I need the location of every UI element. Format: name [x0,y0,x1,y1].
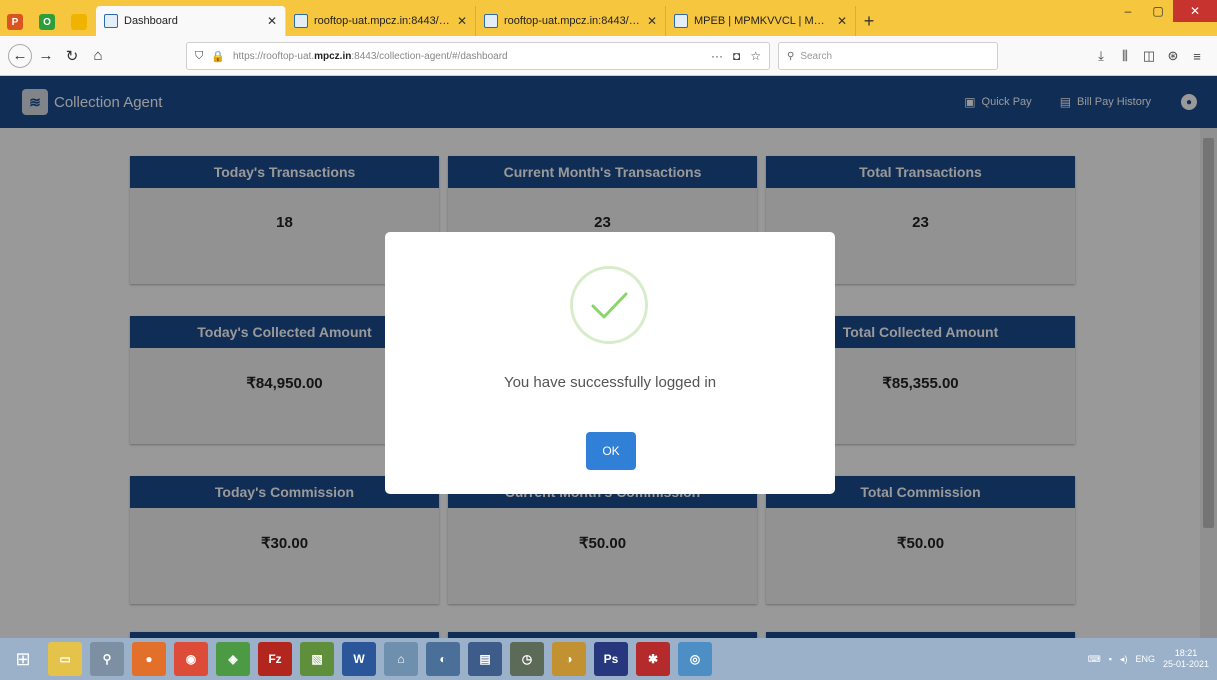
new-tab-button[interactable]: + [856,6,882,36]
menu-icon[interactable]: ≡ [1185,44,1209,68]
tab-label: Dashboard [124,15,178,27]
tab-dashboard[interactable]: Dashboard ✕ [96,6,286,36]
database-icon[interactable]: ◐ [426,642,460,676]
search-placeholder: Search [800,50,833,62]
clock[interactable]: 18:21 25-01-2021 [1163,648,1209,670]
reload-button[interactable]: ↻ [60,44,84,68]
word-icon[interactable]: W [342,642,376,676]
shield-icon: ⛉ [195,49,204,62]
sidebar-icon[interactable]: ◫ [1137,44,1161,68]
keyboard-icon[interactable]: ⌨ [1088,654,1101,665]
window-close-button[interactable]: ✕ [1173,0,1217,22]
tab-label: rooftop-uat.mpcz.in:8443/ser [314,15,451,27]
image-app-icon[interactable]: ▧ [300,642,334,676]
page-actions-icon[interactable]: ··· [711,49,723,63]
minimize-button[interactable]: – [1113,0,1143,22]
pinned-tab-1[interactable]: P [0,8,30,36]
close-icon[interactable]: ✕ [647,14,657,28]
bookmark-star-icon[interactable]: ☆ [750,49,761,63]
windows-start-icon[interactable]: ⊞ [6,642,40,676]
url-suffix: :8443/collection-agent/#/dashboard [351,50,508,62]
search-input[interactable]: ⚲ Search [778,42,998,70]
tray-app-icon[interactable]: ▪ [1109,654,1112,664]
account-icon[interactable]: ⊛ [1161,44,1185,68]
clock-time: 18:21 [1174,648,1198,658]
home-button[interactable]: ⌂ [86,44,110,68]
browser-tab-strip: P O Dashboard ✕ rooftop-uat.mpcz.in:8443… [0,0,1217,36]
app-icon: O [39,14,55,30]
window-controls: – ▢ ✕ [1113,0,1217,22]
library-icon[interactable]: ⫼ [1113,44,1137,68]
page-icon [674,14,688,28]
filezilla-icon[interactable]: Fz [258,642,292,676]
tab-mpeb[interactable]: MPEB | MPMKVVCL | MPCZ ✕ [666,6,856,36]
clock-app-icon[interactable]: ◷ [510,642,544,676]
chrome-icon[interactable]: ◉ [174,642,208,676]
browser-navbar: ← → ↻ ⌂ ⛉ 🔒 https://rooftop-uat.mpcz.in:… [0,36,1217,76]
network-app-icon[interactable]: ◈ [216,642,250,676]
success-check-icon [570,266,648,344]
close-icon[interactable]: ✕ [837,14,847,28]
paint-icon[interactable]: ✱ [636,642,670,676]
forward-button[interactable]: → [34,44,58,68]
page-icon [104,14,118,28]
app-icon [71,14,87,30]
search-app-icon[interactable]: ⚲ [90,642,124,676]
url-domain: mpcz.in [314,50,352,62]
tab-label: MPEB | MPMKVVCL | MPCZ [694,15,831,27]
downloads-icon[interactable]: ⤓ [1089,44,1113,68]
photoshop-icon[interactable]: Ps [594,642,628,676]
url-text: https://rooftop-uat.mpcz.in:8443/collect… [233,51,701,62]
url-prefix: https://rooftop-uat. [232,50,315,62]
ok-button[interactable]: OK [586,432,636,470]
close-icon[interactable]: ✕ [457,14,467,28]
search-icon: ⚲ [787,50,795,62]
volume-icon[interactable]: ◂) [1120,654,1128,665]
back-button[interactable]: ← [8,43,32,68]
clock-date: 25-01-2021 [1162,659,1209,669]
success-dialog: You have successfully logged in OK [385,232,835,494]
page-icon [484,14,498,28]
dialog-message: You have successfully logged in [503,374,717,391]
close-icon[interactable]: ✕ [267,14,277,28]
firefox-icon[interactable]: ● [132,642,166,676]
eclipse-icon[interactable]: ◑ [552,642,586,676]
tab-rooftop-2[interactable]: rooftop-uat.mpcz.in:8443/ser ✕ [476,6,666,36]
maximize-button[interactable]: ▢ [1143,0,1173,22]
sync-app-icon[interactable]: ◎ [678,642,712,676]
network-drive-icon[interactable]: ⌂ [384,642,418,676]
pocket-icon[interactable]: ◘ [733,49,740,63]
address-bar[interactable]: ⛉ 🔒 https://rooftop-uat.mpcz.in:8443/col… [186,42,770,70]
page-icon [294,14,308,28]
checkmark-icon [591,292,628,319]
app-icon: P [7,14,23,30]
pinned-tab-2[interactable]: O [32,8,62,36]
tab-label: rooftop-uat.mpcz.in:8443/ser [504,15,641,27]
remote-desktop-icon[interactable]: ▤ [468,642,502,676]
system-tray: ⌨ ▪ ◂) ENG 18:21 25-01-2021 [1080,638,1209,680]
lock-icon: 🔒 [211,50,225,63]
windows-taskbar: ⊞ ▭ ⚲ ● ◉ ◈ Fz ▧ W ⌂ ◐ ▤ ◷ ◑ Ps ✱ ◎ ⌨ ▪ … [0,638,1217,680]
tab-rooftop-1[interactable]: rooftop-uat.mpcz.in:8443/ser ✕ [286,6,476,36]
file-explorer-icon[interactable]: ▭ [48,642,82,676]
toolbar-icons: ⤓ ⫼ ◫ ⊛ ≡ [1089,44,1209,68]
language-indicator[interactable]: ENG [1135,654,1155,664]
pinned-tab-3[interactable] [64,8,94,36]
